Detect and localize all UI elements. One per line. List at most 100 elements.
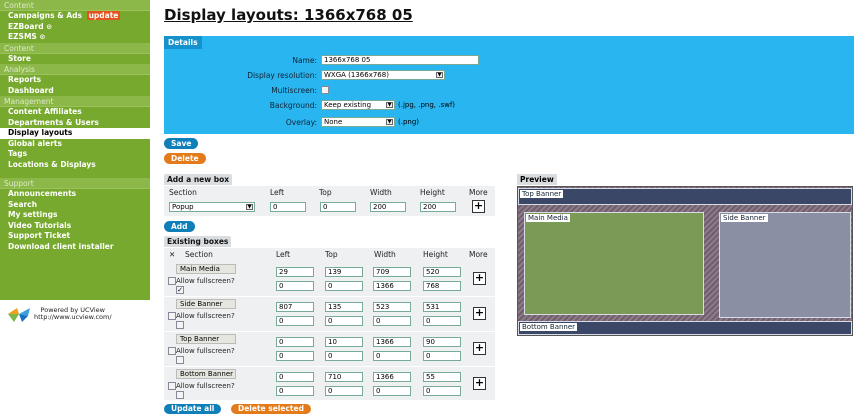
nav-locations-displays[interactable]: Locations & Displays xyxy=(0,160,150,171)
nav-global-alerts[interactable]: Global alerts xyxy=(0,139,150,150)
overlay-hint: (.png) xyxy=(398,118,420,126)
row-left-input[interactable]: 29 xyxy=(276,267,314,277)
update-all-button[interactable]: Update all xyxy=(164,404,222,414)
row-fs-top-input[interactable]: 0 xyxy=(325,281,363,291)
row-left-input[interactable]: 0 xyxy=(276,372,314,382)
nav-support-ticket[interactable]: Support Ticket xyxy=(0,231,150,242)
preview-top-banner-label: Top Banner xyxy=(520,190,564,198)
new-box-width-input[interactable]: 200 xyxy=(370,202,406,212)
add-button[interactable]: Add xyxy=(164,221,195,232)
nav-departments-users[interactable]: Departments & Users xyxy=(0,118,150,129)
row-fs-left-input[interactable]: 0 xyxy=(276,316,314,326)
row-height-input[interactable]: 90 xyxy=(423,337,461,347)
details-tab[interactable]: Details xyxy=(164,36,202,49)
row-top-input[interactable]: 135 xyxy=(325,302,363,312)
row-top-input[interactable]: 10 xyxy=(325,337,363,347)
row-select-checkbox[interactable] xyxy=(168,347,176,355)
nav-ezsms[interactable]: EZSMS ⊙ xyxy=(0,32,150,43)
row-select-checkbox[interactable] xyxy=(168,382,176,390)
resolution-select[interactable]: WXGA (1366x768) ▼ xyxy=(321,70,445,80)
nav-campaigns-ads[interactable]: Campaigns & Ads update xyxy=(0,11,150,22)
fullscreen-checkbox[interactable] xyxy=(176,391,184,399)
multiscreen-checkbox[interactable] xyxy=(321,86,329,94)
nav-reports[interactable]: Reports xyxy=(0,75,150,86)
delete-selected-button[interactable]: Delete selected xyxy=(231,404,311,414)
nav-video-tutorials[interactable]: Video Tutorials xyxy=(0,221,150,232)
nav-ezboard[interactable]: EZBoard ⊙ xyxy=(0,22,150,33)
fullscreen-checkbox[interactable] xyxy=(176,321,184,329)
section-header-management: Management xyxy=(0,96,150,107)
row-more-button[interactable]: + xyxy=(473,272,486,285)
save-button[interactable]: Save xyxy=(164,138,199,149)
new-box-height-input[interactable]: 200 xyxy=(420,202,456,212)
existing-boxes-tab[interactable]: Existing boxes xyxy=(164,236,232,247)
row-height-input[interactable]: 520 xyxy=(423,267,461,277)
row-fs-top-input[interactable]: 0 xyxy=(325,351,363,361)
select-all-x-icon[interactable]: ✕ xyxy=(169,250,175,259)
nav-my-settings[interactable]: My settings xyxy=(0,210,150,221)
new-box-top-input[interactable]: 0 xyxy=(320,202,356,212)
add-box-tab[interactable]: Add a new box xyxy=(164,174,233,185)
nav-search[interactable]: Search xyxy=(0,200,150,211)
row-fs-width-input[interactable]: 0 xyxy=(373,316,411,326)
row-fs-height-input[interactable]: 0 xyxy=(423,351,461,361)
new-box-more-button[interactable]: + xyxy=(472,200,485,213)
nav-content-affiliates[interactable]: Content Affiliates xyxy=(0,107,150,118)
preview-side-banner-label: Side Banner xyxy=(721,214,768,222)
preview-bottom-banner[interactable]: Bottom Banner xyxy=(518,321,852,335)
row-fs-width-input[interactable]: 0 xyxy=(373,351,411,361)
name-input[interactable]: 1366x768 05 xyxy=(321,55,479,65)
nav-store[interactable]: Store xyxy=(0,54,150,65)
row-more-button[interactable]: + xyxy=(473,307,486,320)
row-select-checkbox[interactable] xyxy=(168,277,176,285)
fullscreen-checkbox[interactable] xyxy=(176,356,184,364)
row-width-input[interactable]: 523 xyxy=(373,302,411,312)
row-fs-height-input[interactable]: 0 xyxy=(423,316,461,326)
name-label: Name: xyxy=(292,55,317,65)
nav-dashboard[interactable]: Dashboard xyxy=(0,86,150,97)
chevron-down-icon: ▼ xyxy=(246,204,253,210)
preview-side-banner[interactable]: Side Banner xyxy=(719,212,851,318)
preview-bottom-banner-label: Bottom Banner xyxy=(520,323,578,331)
row-fs-left-input[interactable]: 0 xyxy=(276,281,314,291)
row-left-input[interactable]: 0 xyxy=(276,337,314,347)
powered-by[interactable]: Powered by UCView http://www.ucview.com/ xyxy=(8,306,112,322)
delete-button[interactable]: Delete xyxy=(164,153,206,164)
col-left-header: Left xyxy=(276,250,291,259)
row-height-input[interactable]: 55 xyxy=(423,372,461,382)
row-fs-height-input[interactable]: 0 xyxy=(423,386,461,396)
nav-display-layouts[interactable]: Display layouts xyxy=(0,128,150,139)
col-width-header: Width xyxy=(370,188,392,197)
row-width-input[interactable]: 1366 xyxy=(373,337,411,347)
row-more-button[interactable]: + xyxy=(473,377,486,390)
row-fs-top-input[interactable]: 0 xyxy=(325,386,363,396)
nav-announcements[interactable]: Announcements xyxy=(0,189,150,200)
new-box-left-input[interactable]: 0 xyxy=(270,202,306,212)
row-fs-top-input[interactable]: 0 xyxy=(325,316,363,326)
row-fs-width-input[interactable]: 1366 xyxy=(373,281,411,291)
row-select-checkbox[interactable] xyxy=(168,312,176,320)
row-top-input[interactable]: 710 xyxy=(325,372,363,382)
row-fs-width-input[interactable]: 0 xyxy=(373,386,411,396)
nav-tags[interactable]: Tags xyxy=(0,149,150,160)
new-box-section-select[interactable]: Popup ▼ xyxy=(169,202,255,212)
resolution-label: Display resolution: xyxy=(247,70,317,80)
overlay-select[interactable]: None ▼ xyxy=(321,117,395,127)
fullscreen-checkbox[interactable]: ✓ xyxy=(176,286,184,294)
row-fs-left-input[interactable]: 0 xyxy=(276,351,314,361)
row-divider xyxy=(164,296,495,297)
row-width-input[interactable]: 709 xyxy=(373,267,411,277)
row-fs-height-input[interactable]: 768 xyxy=(423,281,461,291)
preview-top-banner[interactable]: Top Banner xyxy=(518,188,852,205)
row-height-input[interactable]: 531 xyxy=(423,302,461,312)
row-left-input[interactable]: 807 xyxy=(276,302,314,312)
row-fs-left-input[interactable]: 0 xyxy=(276,386,314,396)
allow-fullscreen-label: Allow fullscreen? xyxy=(176,277,235,285)
row-width-input[interactable]: 1366 xyxy=(373,372,411,382)
nav-download-client[interactable]: Download client installer xyxy=(0,242,150,253)
col-top-header: Top xyxy=(325,250,338,259)
background-select[interactable]: Keep existing ▼ xyxy=(321,100,395,110)
row-top-input[interactable]: 139 xyxy=(325,267,363,277)
preview-main-media[interactable]: Main Media xyxy=(524,212,704,315)
row-more-button[interactable]: + xyxy=(473,342,486,355)
